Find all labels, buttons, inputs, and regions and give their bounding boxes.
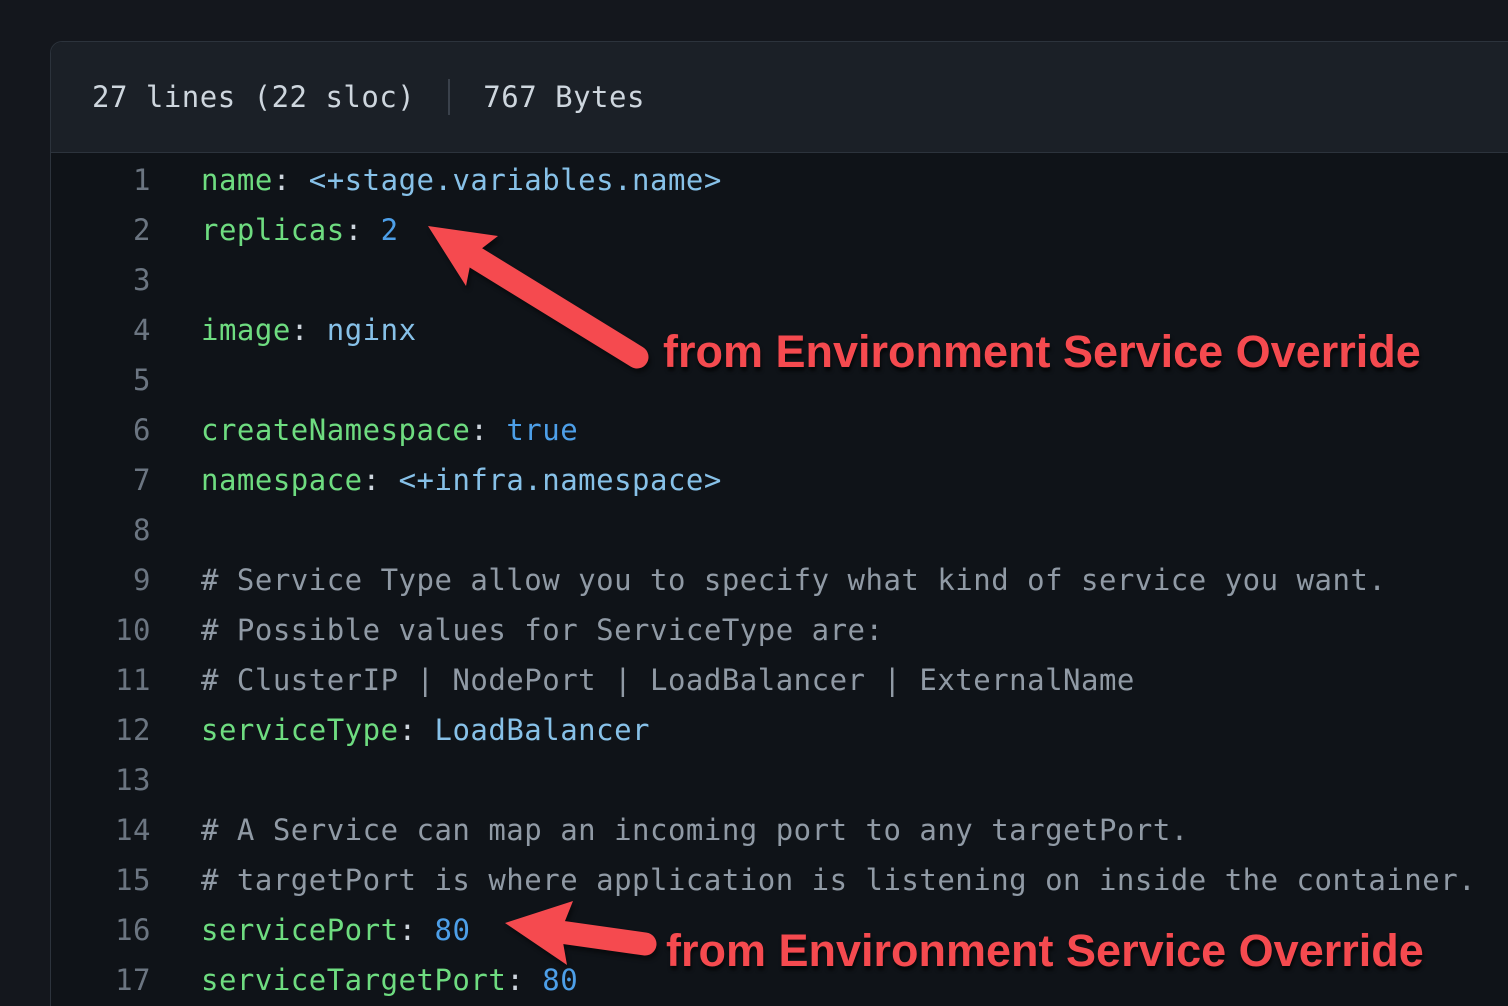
code-line: 1name: <+stage.variables.name> [51,155,1508,205]
code-text: name: <+stage.variables.name> [151,155,722,205]
code-text: replicas: 2 [151,205,399,255]
code-line: 12serviceType: LoadBalancer [51,705,1508,755]
file-header: 27 lines (22 sloc) 767 Bytes [51,42,1508,153]
code-text: serviceTargetPort: 80 [151,955,578,1005]
line-number[interactable]: 5 [51,355,151,405]
code-line: 3 [51,255,1508,305]
file-size-info: 767 Bytes [483,80,645,114]
line-number[interactable]: 16 [51,905,151,955]
line-number[interactable]: 10 [51,605,151,655]
code-line: 10# Possible values for ServiceType are: [51,605,1508,655]
code-text: # ClusterIP | NodePort | LoadBalancer | … [151,655,1135,705]
code-line: 8 [51,505,1508,555]
line-number[interactable]: 14 [51,805,151,855]
line-number[interactable]: 12 [51,705,151,755]
code-text [151,505,201,555]
code-text: # targetPort is where application is lis… [151,855,1476,905]
code-line: 11# ClusterIP | NodePort | LoadBalancer … [51,655,1508,705]
line-number[interactable]: 13 [51,755,151,805]
line-number[interactable]: 3 [51,255,151,305]
code-text: # Service Type allow you to specify what… [151,555,1386,605]
line-number[interactable]: 11 [51,655,151,705]
line-number[interactable]: 4 [51,305,151,355]
line-number[interactable]: 8 [51,505,151,555]
code-text [151,355,201,405]
line-number[interactable]: 6 [51,405,151,455]
line-number[interactable]: 15 [51,855,151,905]
code-line: 7namespace: <+infra.namespace> [51,455,1508,505]
code-line: 14# A Service can map an incoming port t… [51,805,1508,855]
line-number[interactable]: 17 [51,955,151,1005]
code-text: # Possible values for ServiceType are: [151,605,883,655]
line-number[interactable]: 7 [51,455,151,505]
code-text: serviceType: LoadBalancer [151,705,650,755]
code-blob: 1name: <+stage.variables.name>2replicas:… [51,153,1508,1005]
code-text: # A Service can map an incoming port to … [151,805,1189,855]
line-number[interactable]: 9 [51,555,151,605]
code-text: image: nginx [151,305,417,355]
code-text: namespace: <+infra.namespace> [151,455,722,505]
file-lines-info: 27 lines (22 sloc) [92,80,415,114]
code-line: 13 [51,755,1508,805]
code-line: 6createNamespace: true [51,405,1508,455]
code-text: servicePort: 80 [151,905,470,955]
line-number[interactable]: 1 [51,155,151,205]
code-text [151,255,201,305]
code-line: 2replicas: 2 [51,205,1508,255]
code-text: createNamespace: true [151,405,578,455]
header-divider [448,79,450,115]
line-number[interactable]: 2 [51,205,151,255]
code-line: 15# targetPort is where application is l… [51,855,1508,905]
code-line: 9# Service Type allow you to specify wha… [51,555,1508,605]
annotation-environment-service-override: from Environment Service Override [663,327,1421,377]
annotation-environment-service-override: from Environment Service Override [666,926,1424,976]
file-viewer-card: 27 lines (22 sloc) 767 Bytes 1name: <+st… [50,41,1508,1006]
code-text [151,755,201,805]
